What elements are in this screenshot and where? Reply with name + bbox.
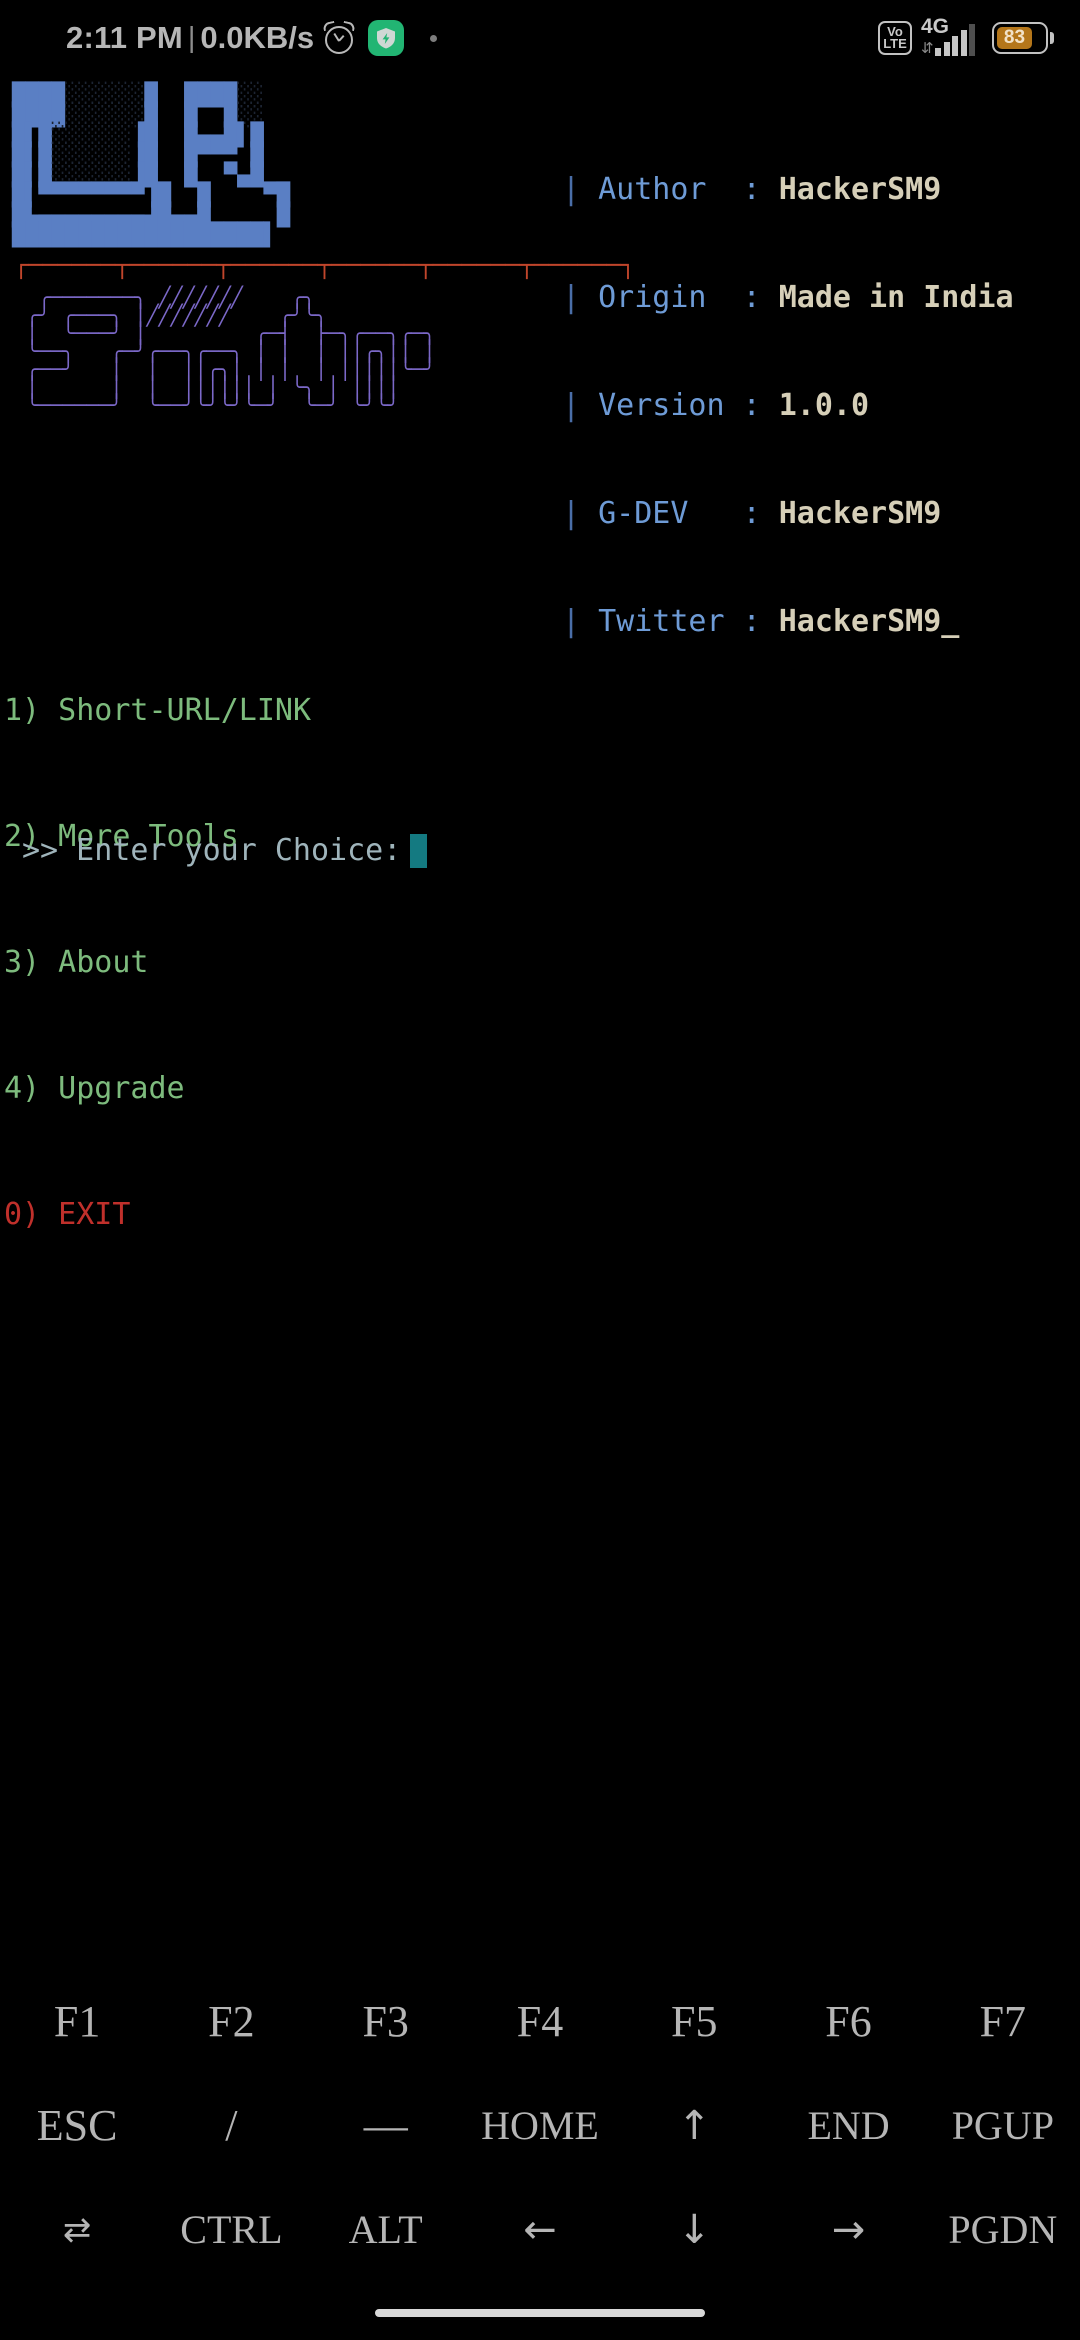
- key-f3[interactable]: F3: [309, 2000, 463, 2044]
- info-value-twitter: HackerSM9_: [778, 604, 960, 639]
- info-pipe: |: [562, 280, 581, 315]
- terminal-screen: 2:11 PM | 0.0KB/s Vo LTE 4G ⇵ 83 ████░░░…: [0, 0, 1080, 2340]
- text-cursor: [410, 834, 428, 868]
- extra-keys-row-3: ⇄ CTRL ALT ← ↓ → PGDN: [0, 2178, 1080, 2282]
- home-indicator[interactable]: [375, 2309, 705, 2317]
- volte-bottom-text: LTE: [883, 36, 907, 51]
- info-row-twitter: | Twitter : HackerSM9_: [562, 604, 960, 639]
- key-dash[interactable]: —: [309, 2104, 463, 2148]
- info-pipe: |: [562, 604, 581, 639]
- battery-icon: 83: [992, 21, 1054, 55]
- info-value-origin: Made in India: [778, 280, 1014, 315]
- signal-bars-icon: 4G ⇵: [921, 15, 983, 58]
- info-key-origin: Origin: [598, 280, 725, 315]
- info-row-author: | Author : HackerSM9: [562, 172, 942, 207]
- info-pipe: |: [562, 496, 581, 531]
- status-clock: 2:11 PM: [66, 20, 183, 55]
- menu-item-exit[interactable]: 0) EXIT: [4, 1194, 311, 1236]
- info-key-twitter: Twitter: [598, 604, 725, 639]
- info-pipe: |: [562, 388, 581, 423]
- signal-bar-group: [935, 24, 975, 56]
- key-f2[interactable]: F2: [154, 2000, 308, 2044]
- key-tab-icon[interactable]: ⇄: [0, 2213, 154, 2247]
- key-f5[interactable]: F5: [617, 2000, 771, 2044]
- extra-keys-row-2: ESC / — HOME ↑ END PGUP: [0, 2074, 1080, 2178]
- extra-keys-row-1: F1 F2 F3 F4 F5 F6 F7: [0, 1970, 1080, 2074]
- key-pgup[interactable]: PGUP: [926, 2106, 1080, 2146]
- data-arrows-icon: ⇵: [921, 39, 934, 57]
- key-end[interactable]: END: [771, 2106, 925, 2146]
- key-arrow-right[interactable]: →: [771, 2210, 925, 2250]
- info-row-gdev: | G-DEV : HackerSM9: [562, 496, 942, 531]
- extra-keys-bar: F1 F2 F3 F4 F5 F6 F7 ESC / — HOME ↑ END …: [0, 1970, 1080, 2282]
- volte-icon: Vo LTE: [878, 21, 912, 55]
- notification-dot-icon: [430, 34, 438, 42]
- info-panel: | Author : HackerSM9 | Origin : Made in …: [562, 100, 1014, 712]
- key-pgdn[interactable]: PGDN: [926, 2210, 1080, 2250]
- main-menu: 1) Short-URL/LINK 2) More Tools 3) About…: [4, 606, 311, 1320]
- prompt-label: >> Enter your Choice:: [22, 833, 402, 868]
- key-esc[interactable]: ESC: [0, 2104, 154, 2148]
- key-home[interactable]: HOME: [463, 2106, 617, 2146]
- key-arrow-left[interactable]: ←: [463, 2210, 617, 2250]
- key-f7[interactable]: F7: [926, 2000, 1080, 2044]
- battery-percent-label: 83: [1003, 27, 1026, 48]
- info-pipe: |: [562, 172, 581, 207]
- menu-item-about[interactable]: 3) About: [4, 942, 311, 984]
- key-slash[interactable]: /: [154, 2104, 308, 2148]
- menu-item-upgrade[interactable]: 4) Upgrade: [4, 1068, 311, 1110]
- key-f1[interactable]: F1: [0, 2000, 154, 2044]
- network-speed-label: 0.0KB/s: [200, 20, 315, 55]
- info-row-origin: | Origin : Made in India: [562, 280, 1014, 315]
- info-key-gdev: G-DEV: [598, 496, 725, 531]
- status-bar: 2:11 PM | 0.0KB/s Vo LTE 4G ⇵ 83: [0, 0, 1080, 76]
- key-alt[interactable]: ALT: [309, 2210, 463, 2250]
- alarm-clock-icon: [322, 20, 356, 55]
- shield-bolt-icon: [368, 20, 405, 56]
- key-f4[interactable]: F4: [463, 2000, 617, 2044]
- info-value-version: 1.0.0: [778, 388, 870, 423]
- status-bar-right: Vo LTE 4G ⇵ 83: [878, 15, 1054, 58]
- status-divider: |: [187, 21, 196, 54]
- key-arrow-down[interactable]: ↓: [617, 2210, 771, 2250]
- key-ctrl[interactable]: CTRL: [154, 2210, 308, 2250]
- info-value-gdev: HackerSM9: [778, 496, 942, 531]
- key-arrow-up[interactable]: ↑: [617, 2106, 771, 2146]
- info-key-version: Version: [598, 388, 725, 423]
- choice-prompt[interactable]: >> Enter your Choice:: [22, 831, 428, 871]
- info-row-version: | Version : 1.0.0: [562, 388, 870, 423]
- info-key-author: Author: [598, 172, 725, 207]
- menu-item-short-url[interactable]: 1) Short-URL/LINK: [4, 690, 311, 732]
- terminal-output: ████░░░░░░█ ████░░ ████░░░░░░█ █ █░░ █▌█…: [0, 85, 1080, 1966]
- status-bar-left: 2:11 PM | 0.0KB/s: [66, 20, 438, 56]
- info-value-author: HackerSM9: [778, 172, 942, 207]
- key-f6[interactable]: F6: [771, 2000, 925, 2044]
